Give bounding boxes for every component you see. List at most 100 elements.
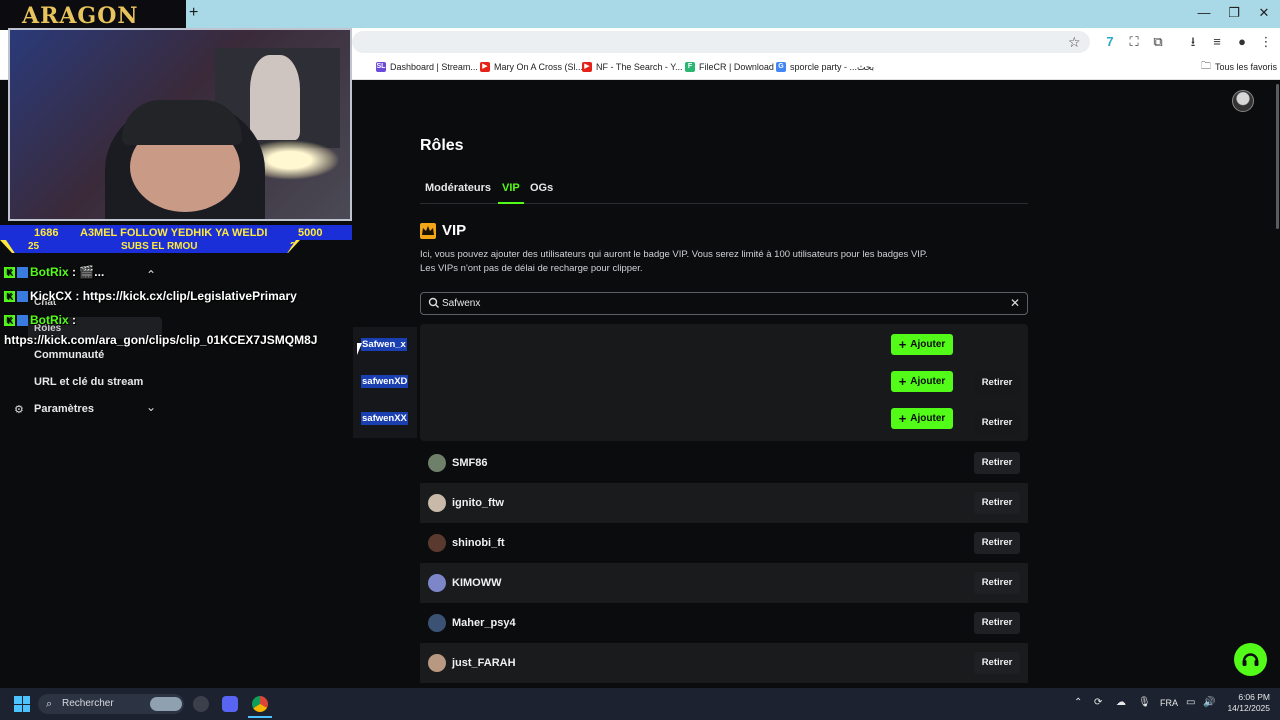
clear-search-icon[interactable]: ✕ bbox=[1010, 296, 1020, 310]
bookmark-star-icon[interactable]: ☆ bbox=[1068, 34, 1081, 51]
kick-badge-icon: K bbox=[4, 291, 15, 303]
chat-user: KickCX bbox=[30, 289, 73, 303]
username: shinobi_ft bbox=[452, 537, 505, 549]
network-icon[interactable]: ▭ bbox=[1186, 697, 1195, 708]
chevron-up-icon[interactable]: ⌃ bbox=[146, 268, 156, 282]
chat-link: https://kick.com/ara_gon/clips/clip_01KC… bbox=[4, 333, 318, 347]
new-tab-button[interactable]: + bbox=[189, 5, 203, 21]
app-icon[interactable] bbox=[193, 696, 209, 712]
gear-icon: ⚙ bbox=[14, 404, 24, 416]
bookmark-item[interactable]: ▶ NF - The Search - Y... bbox=[582, 60, 683, 74]
tray-chevron-icon[interactable]: ⌃ bbox=[1074, 697, 1082, 708]
youtube-favicon-icon: ▶ bbox=[480, 62, 490, 72]
remove-vip-button[interactable]: Retirer bbox=[974, 492, 1020, 514]
download-icon[interactable]: ⭳ bbox=[1185, 34, 1201, 50]
windows-start-icon[interactable] bbox=[14, 696, 30, 712]
clock-date: 14/12/2025 bbox=[1227, 703, 1270, 713]
sidebar-item-stream-url[interactable]: URL et clé du stream bbox=[34, 376, 143, 388]
vip-user-row bbox=[420, 563, 1028, 603]
sidebar-item-settings[interactable]: Paramètres bbox=[34, 403, 94, 415]
suggestion-item[interactable]: safwenXD bbox=[361, 375, 409, 388]
remove-vip-button[interactable]: Retirer bbox=[974, 412, 1020, 434]
remove-vip-button[interactable]: Retirer bbox=[974, 372, 1020, 394]
add-button-label: Ajouter bbox=[910, 376, 946, 387]
close-window-button[interactable]: ✕ bbox=[1254, 4, 1274, 22]
minimize-button[interactable]: — bbox=[1194, 4, 1214, 22]
vip-user-row bbox=[420, 523, 1028, 563]
remove-vip-button[interactable]: Retirer bbox=[974, 452, 1020, 474]
remove-vip-button[interactable]: Retirer bbox=[974, 652, 1020, 674]
bookmark-label: NF - The Search - Y... bbox=[596, 62, 683, 72]
username: KIMOWW bbox=[452, 577, 502, 589]
folder-icon: 🗀 bbox=[1201, 60, 1211, 72]
remove-vip-button[interactable]: Retirer bbox=[974, 572, 1020, 594]
chevron-down-icon[interactable]: ⌄ bbox=[146, 400, 156, 414]
bookmark-item[interactable]: ▶ Mary On A Cross (Sl... bbox=[480, 60, 583, 74]
google-favicon-icon: G bbox=[776, 62, 786, 72]
mouse-cursor bbox=[357, 343, 362, 355]
user-avatar[interactable] bbox=[1232, 90, 1254, 112]
search-input[interactable] bbox=[420, 292, 1028, 315]
chat-text: https://kick.cx/clip/LegislativePrimary bbox=[82, 289, 297, 303]
plus-icon: + bbox=[898, 336, 907, 352]
address-bar[interactable] bbox=[352, 31, 1090, 53]
kick-badge-icon: K bbox=[4, 315, 15, 327]
avatar bbox=[428, 494, 446, 512]
sub-goal-banner: 25 SUBS EL RMOU 25 bbox=[6, 240, 296, 253]
remove-vip-button[interactable]: Retirer bbox=[974, 612, 1020, 634]
avatar bbox=[428, 654, 446, 672]
profile-icon[interactable]: ● bbox=[1234, 34, 1250, 50]
help-chat-button[interactable] bbox=[1234, 643, 1267, 676]
avatar bbox=[428, 614, 446, 632]
avatar bbox=[428, 574, 446, 592]
tab-moderators[interactable]: Modérateurs bbox=[425, 182, 491, 194]
add-vip-button[interactable]: + Ajouter bbox=[891, 371, 953, 392]
chat-message: K KickCX : https://kick.cx/clip/Legislati… bbox=[4, 289, 297, 303]
bookmark-item[interactable]: F FileCR | Download bbox=[685, 60, 774, 74]
follow-goal-target: 5000 bbox=[298, 226, 323, 239]
tab-ogs[interactable]: OGs bbox=[530, 182, 553, 194]
bookmark-label: sporcle party - ...بحث bbox=[790, 61, 875, 72]
bot-badge-icon bbox=[17, 315, 28, 327]
tab-vip[interactable]: VIP bbox=[502, 182, 520, 194]
language-indicator[interactable]: FRA bbox=[1160, 698, 1178, 708]
username: SMF86 bbox=[452, 457, 488, 469]
sidebar-item-community[interactable]: Communauté bbox=[34, 349, 104, 361]
volume-icon[interactable]: 🔊 bbox=[1203, 697, 1215, 708]
all-favorites-label: Tous les favoris bbox=[1215, 62, 1278, 72]
all-favorites-folder[interactable]: 🗀 Tous les favoris bbox=[1201, 60, 1277, 74]
suggestion-item[interactable]: Safwen_x bbox=[361, 338, 407, 351]
bookmark-item[interactable]: G sporcle party - ...بحث bbox=[776, 60, 874, 74]
browser-menu-icon[interactable]: ⋮ bbox=[1258, 34, 1274, 50]
cloud-icon[interactable]: ☁ bbox=[1116, 697, 1126, 708]
taskbar-clock[interactable]: 6:06 PM 14/12/2025 bbox=[1222, 692, 1270, 714]
page-scrollbar[interactable] bbox=[1276, 84, 1279, 229]
extensions-puzzle-icon[interactable]: ⧉ bbox=[1150, 34, 1166, 50]
chat-message: K BotRix : 🎬... bbox=[4, 265, 104, 279]
discord-icon[interactable] bbox=[222, 696, 238, 712]
bookmark-label: FileCR | Download bbox=[699, 62, 774, 72]
screenshot-extension-icon[interactable]: ⛶ bbox=[1126, 34, 1142, 50]
crown-icon bbox=[420, 223, 436, 239]
bookmark-item[interactable]: SL Dashboard | Stream... bbox=[376, 60, 478, 74]
search-value[interactable]: Safwenx bbox=[442, 298, 480, 309]
add-button-label: Ajouter bbox=[910, 339, 946, 350]
maximize-button[interactable]: ❐ bbox=[1224, 4, 1244, 22]
headset-icon bbox=[1242, 653, 1259, 666]
kick-badge-icon: K bbox=[4, 267, 15, 279]
tray-app-icon[interactable]: ⟳ bbox=[1094, 697, 1102, 708]
chrome-icon[interactable] bbox=[252, 696, 268, 712]
microphone-icon[interactable]: 🎙 bbox=[1138, 697, 1151, 708]
media-control-icon[interactable]: ≡ bbox=[1209, 34, 1225, 50]
vip-user-row bbox=[420, 483, 1028, 523]
suggestion-item[interactable]: safwenXX bbox=[361, 412, 408, 425]
youtube-favicon-icon: ▶ bbox=[582, 62, 592, 72]
add-vip-button[interactable]: + Ajouter bbox=[891, 408, 953, 429]
remove-vip-button[interactable]: Retirer bbox=[974, 532, 1020, 554]
description-line-2: Les VIPs n'ont pas de délai de recharge … bbox=[420, 263, 643, 274]
taskbar-search-placeholder: Rechercher bbox=[62, 698, 114, 709]
extension-icon[interactable]: 7 bbox=[1102, 34, 1118, 50]
follow-goal-text: A3MEL FOLLOW YEDHIK YA WELDI bbox=[80, 226, 268, 239]
add-vip-button[interactable]: + Ajouter bbox=[891, 334, 953, 355]
username: just_FARAH bbox=[452, 657, 516, 669]
